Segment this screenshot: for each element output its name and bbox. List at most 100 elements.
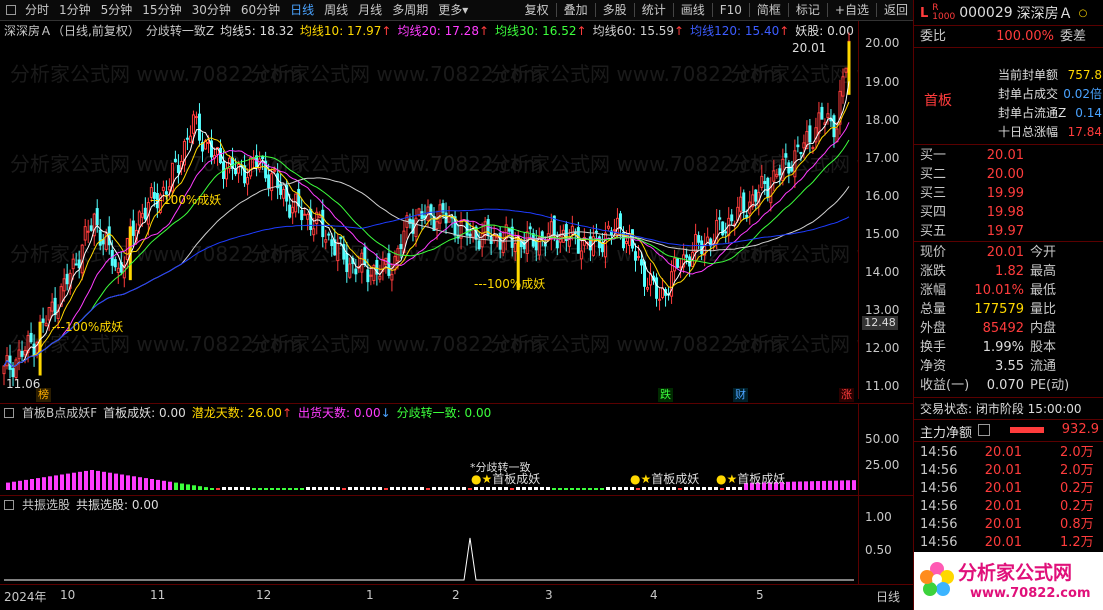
candle-body[interactable]: [261, 156, 265, 160]
candle-body[interactable]: [288, 204, 292, 218]
candle-body[interactable]: [778, 168, 782, 176]
bid-row[interactable]: 买二 20.00: [914, 165, 1103, 184]
candle-body[interactable]: [354, 268, 358, 275]
candle-body[interactable]: [324, 239, 328, 243]
candle-body[interactable]: [399, 244, 403, 250]
candle-body[interactable]: [98, 229, 102, 246]
candle-body[interactable]: [47, 307, 51, 321]
candle-body[interactable]: [89, 225, 93, 231]
candle-body[interactable]: [507, 228, 511, 232]
candle-body[interactable]: [44, 322, 48, 327]
candle-body[interactable]: [468, 233, 472, 237]
period-tab-daily[interactable]: 日线: [285, 0, 319, 21]
main-net-label[interactable]: 主力净额: [920, 422, 972, 441]
candle-body[interactable]: [766, 177, 770, 198]
simple-frame-button[interactable]: 简框: [752, 0, 786, 21]
marker-cai[interactable]: 财: [733, 388, 748, 402]
candle-body[interactable]: [246, 176, 250, 185]
candle-body[interactable]: [414, 217, 418, 237]
candle-body[interactable]: [2, 365, 6, 375]
candle-body[interactable]: [790, 166, 794, 172]
bid-row[interactable]: 买五 19.97: [914, 222, 1103, 241]
candle-body[interactable]: [706, 236, 710, 243]
candle-body[interactable]: [435, 221, 439, 230]
candle-body[interactable]: [300, 209, 304, 221]
candle-body[interactable]: [808, 125, 812, 143]
candle-body[interactable]: [594, 230, 598, 233]
period-tab-multi[interactable]: 多周期: [387, 0, 433, 21]
candle-body[interactable]: [817, 112, 821, 134]
candle-body[interactable]: [420, 211, 424, 219]
candle-body[interactable]: [194, 116, 198, 119]
candle-body[interactable]: [673, 257, 677, 272]
sub2-line[interactable]: [0, 496, 858, 584]
candle-body[interactable]: [17, 349, 21, 360]
candle-body[interactable]: [618, 213, 622, 229]
candle-body[interactable]: [477, 240, 481, 250]
candle-body[interactable]: [140, 213, 144, 218]
candle-body[interactable]: [62, 278, 66, 292]
candle-body[interactable]: [131, 220, 135, 236]
overlay-button[interactable]: 叠加: [559, 0, 593, 21]
candle-body[interactable]: [206, 141, 210, 144]
candle-body[interactable]: [745, 214, 749, 219]
candle-body[interactable]: [760, 175, 764, 188]
candle-body[interactable]: [306, 213, 310, 220]
candlestick-chart[interactable]: 分析家公式网 www.70822.com 分析家公式网 www.70822.com…: [0, 21, 858, 399]
candle-body[interactable]: [754, 189, 758, 202]
candle-body[interactable]: [802, 142, 806, 149]
candle-body[interactable]: [615, 217, 619, 235]
candle-body[interactable]: [832, 115, 836, 138]
candle-body[interactable]: [811, 147, 815, 150]
candle-body[interactable]: [438, 204, 442, 224]
candle-body[interactable]: [670, 271, 674, 297]
candle-body[interactable]: [330, 239, 334, 247]
candle-body[interactable]: [20, 350, 24, 357]
candle-body[interactable]: [636, 255, 640, 258]
candle-body[interactable]: [697, 235, 701, 243]
candle-body[interactable]: [724, 231, 728, 234]
period-tab-15min[interactable]: 15分钟: [137, 0, 186, 21]
candle-body[interactable]: [826, 113, 830, 119]
candle-body[interactable]: [781, 158, 785, 181]
candle-body[interactable]: [185, 137, 189, 140]
candle-body[interactable]: [237, 163, 241, 174]
candle-body[interactable]: [23, 349, 27, 356]
candle-body[interactable]: [763, 180, 767, 185]
candle-body[interactable]: [567, 239, 571, 247]
candle-body[interactable]: [291, 206, 295, 214]
candle-body[interactable]: [835, 128, 839, 143]
candle-body[interactable]: [297, 188, 301, 207]
candle-body[interactable]: [267, 174, 271, 189]
mark-button[interactable]: 标记: [791, 0, 825, 21]
candle-body[interactable]: [366, 269, 370, 283]
candle-body[interactable]: [363, 247, 367, 265]
candle-body[interactable]: [612, 229, 616, 232]
candle-body[interactable]: [579, 250, 583, 260]
candle-body[interactable]: [249, 157, 253, 177]
candle-body[interactable]: [345, 252, 349, 273]
list-icon[interactable]: [978, 424, 990, 436]
candle-body[interactable]: [640, 259, 644, 266]
candle-body[interactable]: [447, 215, 451, 223]
multi-stock-button[interactable]: 多股: [598, 0, 632, 21]
candle-body[interactable]: [273, 169, 277, 172]
add-watchlist-button[interactable]: +自选: [830, 0, 874, 21]
candle-body[interactable]: [606, 225, 610, 229]
marker-zhang[interactable]: 涨: [839, 388, 854, 402]
candle-body[interactable]: [53, 297, 57, 316]
period-tab-weekly[interactable]: 周线: [319, 0, 353, 21]
candle-body[interactable]: [32, 343, 36, 357]
fuquan-button[interactable]: 复权: [520, 0, 554, 21]
candle-body[interactable]: [360, 252, 364, 273]
bid-row[interactable]: 买四 19.98: [914, 203, 1103, 222]
chart-area[interactable]: 深深房Ａ（日线,前复权） 分歧转一致Z 均线5: 18.32 均线10: 17.…: [0, 21, 913, 610]
candle-body[interactable]: [513, 242, 517, 252]
candle-body[interactable]: [176, 165, 180, 173]
candle-body[interactable]: [113, 259, 117, 268]
candle-body[interactable]: [197, 113, 201, 141]
candle-body[interactable]: [11, 368, 15, 378]
candle-body[interactable]: [369, 274, 373, 277]
candle-body[interactable]: [739, 196, 743, 212]
candle-body[interactable]: [312, 228, 316, 236]
